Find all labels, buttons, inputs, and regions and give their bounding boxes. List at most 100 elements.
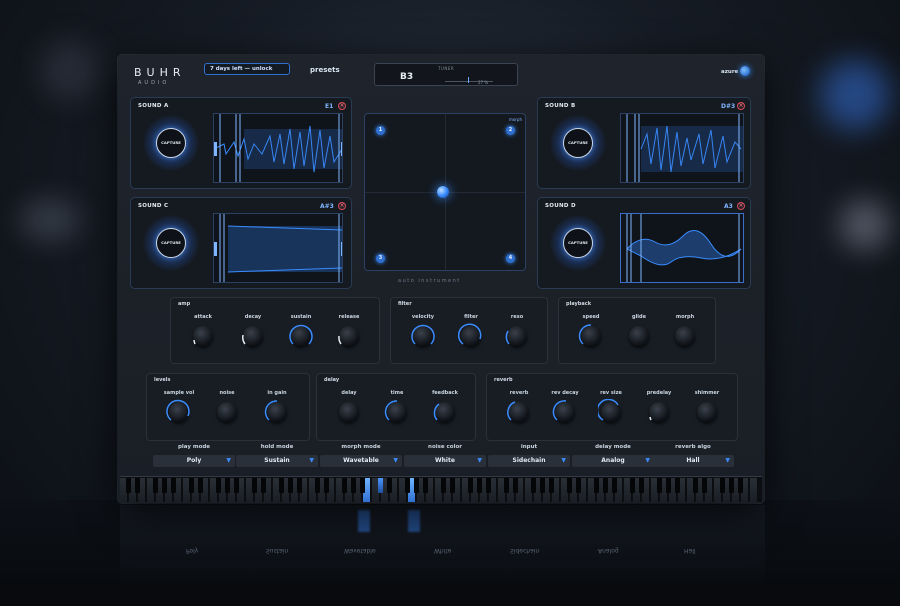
waveform-display[interactable] xyxy=(213,213,343,283)
presets-button[interactable]: presets xyxy=(310,66,340,74)
input-select[interactable]: Sidechain ▼ xyxy=(488,455,570,467)
piano-black-key[interactable] xyxy=(378,478,383,493)
sample-vol-knob[interactable]: sample vol xyxy=(159,390,199,422)
piano-black-key[interactable] xyxy=(612,478,617,493)
piano-black-key[interactable] xyxy=(738,478,743,493)
filter-knob[interactable]: filter xyxy=(451,314,491,346)
waveform-display[interactable] xyxy=(620,213,744,283)
capture-button[interactable]: CAPTURE xyxy=(563,128,593,158)
delay-mode-select[interactable]: Analog ▼ xyxy=(572,455,654,467)
piano-black-key[interactable] xyxy=(234,478,239,493)
reverb-algo-select[interactable]: Hall ▼ xyxy=(652,455,734,467)
piano-black-key[interactable] xyxy=(450,478,455,493)
piano-black-key[interactable] xyxy=(477,478,482,493)
predelay-knob[interactable]: predelay xyxy=(639,390,679,422)
chevron-down-icon: ▼ xyxy=(226,457,231,464)
piano-black-key[interactable] xyxy=(729,478,734,493)
piano-black-key[interactable] xyxy=(297,478,302,493)
decay-knob[interactable]: decay xyxy=(233,314,273,346)
piano-white-key[interactable] xyxy=(750,478,758,502)
piano-black-key[interactable] xyxy=(576,478,581,493)
speed-knob[interactable]: speed xyxy=(571,314,611,346)
waveform-display[interactable] xyxy=(620,113,744,183)
reverb-knob[interactable]: reverb xyxy=(499,390,539,422)
play-mode-select[interactable]: Poly ▼ xyxy=(153,455,235,467)
piano-black-key[interactable] xyxy=(351,478,356,493)
capture-button[interactable]: CAPTURE xyxy=(156,128,186,158)
piano-black-key[interactable] xyxy=(531,478,536,493)
delay-knob[interactable]: delay xyxy=(329,390,369,422)
close-icon[interactable]: × xyxy=(737,202,745,210)
piano-black-key[interactable] xyxy=(315,478,320,493)
morph-handle[interactable] xyxy=(437,186,449,198)
unlock-button[interactable]: 7 days left — unlock xyxy=(204,63,290,75)
piano-black-key[interactable] xyxy=(567,478,572,493)
piano-black-key[interactable] xyxy=(279,478,284,493)
capture-button[interactable]: CAPTURE xyxy=(563,228,593,258)
piano-black-key[interactable] xyxy=(468,478,473,493)
noise-color-select[interactable]: White ▼ xyxy=(404,455,486,467)
piano-black-key[interactable] xyxy=(189,478,194,493)
piano-black-key[interactable] xyxy=(324,478,329,493)
piano-black-key[interactable] xyxy=(603,478,608,493)
piano-black-key[interactable] xyxy=(702,478,707,493)
release-knob[interactable]: release xyxy=(329,314,369,346)
close-icon[interactable]: × xyxy=(338,102,346,110)
piano-black-key[interactable] xyxy=(540,478,545,493)
velocity-knob[interactable]: velocity xyxy=(403,314,443,346)
piano-black-key[interactable] xyxy=(261,478,266,493)
knob-dial xyxy=(433,402,455,422)
piano-black-key[interactable] xyxy=(639,478,644,493)
piano-black-key[interactable] xyxy=(198,478,203,493)
close-icon[interactable]: × xyxy=(338,202,346,210)
piano-black-key[interactable] xyxy=(549,478,554,493)
piano-black-key[interactable] xyxy=(252,478,257,493)
piano-black-key[interactable] xyxy=(675,478,680,493)
attack-knob[interactable]: attack xyxy=(183,314,223,346)
piano-black-key[interactable] xyxy=(441,478,446,493)
reso-knob[interactable]: reso xyxy=(497,314,537,346)
shimmer-knob[interactable]: shimmer xyxy=(687,390,727,422)
piano-black-key[interactable] xyxy=(216,478,221,493)
in-gain-knob[interactable]: in gain xyxy=(257,390,297,422)
morph-knob[interactable]: morph xyxy=(665,314,705,346)
noise-knob[interactable]: noise xyxy=(207,390,247,422)
piano-black-key[interactable] xyxy=(288,478,293,493)
piano-black-key[interactable] xyxy=(225,478,230,493)
close-icon[interactable]: × xyxy=(737,102,745,110)
piano-black-key[interactable] xyxy=(666,478,671,493)
piano-keyboard[interactable] xyxy=(120,476,762,502)
piano-black-key[interactable] xyxy=(387,478,392,493)
piano-black-key[interactable] xyxy=(153,478,158,493)
rev-decay-knob[interactable]: rev decay xyxy=(545,390,585,422)
piano-black-key[interactable] xyxy=(360,478,365,493)
waveform-display[interactable] xyxy=(213,113,343,183)
capture-button[interactable]: CAPTURE xyxy=(156,228,186,258)
piano-black-key[interactable] xyxy=(594,478,599,493)
piano-black-key[interactable] xyxy=(171,478,176,493)
piano-black-key[interactable] xyxy=(657,478,662,493)
reflected-label: Analog xyxy=(598,547,619,554)
piano-black-key[interactable] xyxy=(504,478,509,493)
piano-black-key[interactable] xyxy=(414,478,419,493)
piano-black-key[interactable] xyxy=(405,478,410,493)
piano-black-key[interactable] xyxy=(135,478,140,493)
piano-black-key[interactable] xyxy=(720,478,725,493)
sustain-knob[interactable]: sustain xyxy=(281,314,321,346)
morph-xy-pad[interactable]: morph 1 2 3 4 xyxy=(364,113,526,271)
hold-mode-select[interactable]: Sustain ▼ xyxy=(236,455,318,467)
piano-black-key[interactable] xyxy=(630,478,635,493)
piano-black-key[interactable] xyxy=(423,478,428,493)
morph-mode-select[interactable]: Wavetable ▼ xyxy=(320,455,402,467)
piano-black-key[interactable] xyxy=(342,478,347,493)
rev-size-knob[interactable]: rev size xyxy=(591,390,631,422)
glide-knob[interactable]: glide xyxy=(619,314,659,346)
piano-black-key[interactable] xyxy=(126,478,131,493)
piano-black-key[interactable] xyxy=(486,478,491,493)
theme-toggle[interactable] xyxy=(740,66,750,76)
feedback-knob[interactable]: feedback xyxy=(425,390,465,422)
piano-black-key[interactable] xyxy=(513,478,518,493)
piano-black-key[interactable] xyxy=(162,478,167,493)
piano-black-key[interactable] xyxy=(693,478,698,493)
time-knob[interactable]: time xyxy=(377,390,417,422)
